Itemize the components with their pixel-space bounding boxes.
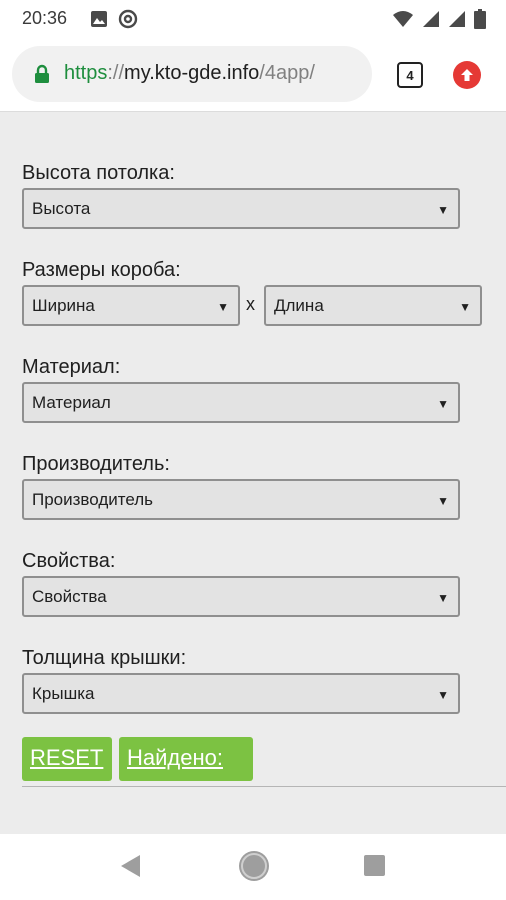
navigation-bar	[0, 834, 506, 900]
select-value: Длина	[274, 296, 324, 315]
lock-icon	[35, 64, 49, 83]
recent-apps-icon[interactable]	[364, 855, 385, 876]
dropdown-arrow-icon: ▼	[217, 300, 229, 314]
reset-button[interactable]: RESET	[22, 737, 112, 781]
home-icon[interactable]	[241, 853, 267, 879]
url-text: https://my.kto-gde.info/4app/	[64, 62, 315, 85]
select-value: Крышка	[32, 684, 95, 703]
manufacturer-label: Производитель:	[22, 453, 170, 475]
dropdown-arrow-icon: ▼	[437, 397, 449, 411]
url-separator: ://	[107, 62, 125, 84]
image-icon	[91, 11, 107, 27]
battery-icon	[474, 9, 486, 29]
update-button[interactable]	[453, 61, 481, 89]
signal-icon	[449, 11, 465, 27]
reset-button-label: RESET	[30, 745, 104, 770]
url-scheme: https	[64, 62, 108, 84]
manufacturer-select[interactable]: Производитель ▼	[22, 479, 460, 520]
url-host: my.kto-gde.info	[124, 62, 260, 84]
lid-thickness-select[interactable]: Крышка ▼	[22, 673, 460, 714]
width-select[interactable]: Ширина ▼	[22, 285, 240, 326]
properties-select[interactable]: Свойства ▼	[22, 576, 460, 617]
tab-switcher-button[interactable]: 4	[397, 62, 423, 88]
select-value: Производитель	[32, 490, 154, 509]
select-value: Материал	[32, 393, 111, 412]
wifi-icon	[393, 11, 413, 27]
url-path: /4app/	[259, 62, 315, 84]
select-value: Ширина	[32, 296, 95, 315]
material-select[interactable]: Материал ▼	[22, 382, 460, 423]
dropdown-arrow-icon: ▼	[437, 494, 449, 508]
divider	[22, 786, 506, 787]
material-label: Материал:	[22, 356, 121, 378]
back-icon[interactable]	[120, 854, 142, 878]
address-bar[interactable]: https://my.kto-gde.info/4app/	[12, 46, 372, 102]
dropdown-arrow-icon: ▼	[437, 591, 449, 605]
box-size-label: Размеры короба:	[22, 259, 181, 281]
found-button[interactable]: Найдено:	[119, 737, 253, 781]
at-sign-icon	[118, 9, 138, 29]
length-select[interactable]: Длина ▼	[264, 285, 482, 326]
lid-thickness-label: Толщина крышки:	[22, 647, 187, 669]
found-button-label: Найдено:	[127, 745, 223, 770]
ceiling-height-label: Высота потолка:	[22, 162, 175, 184]
properties-label: Свойства:	[22, 550, 116, 572]
dimension-separator: x	[246, 294, 255, 314]
ceiling-height-select[interactable]: Высота ▼	[22, 188, 460, 229]
dropdown-arrow-icon: ▼	[437, 203, 449, 217]
status-time: 20:36	[22, 8, 68, 28]
browser-toolbar: https://my.kto-gde.info/4app/ 4	[0, 36, 506, 112]
status-bar: 20:36	[0, 0, 506, 36]
tab-count: 4	[406, 67, 414, 83]
select-value: Свойства	[32, 587, 107, 606]
signal-icon	[423, 11, 439, 27]
dropdown-arrow-icon: ▼	[437, 688, 449, 702]
arrow-up-icon	[461, 69, 473, 81]
select-value: Высота	[32, 199, 91, 218]
dropdown-arrow-icon: ▼	[459, 300, 471, 314]
